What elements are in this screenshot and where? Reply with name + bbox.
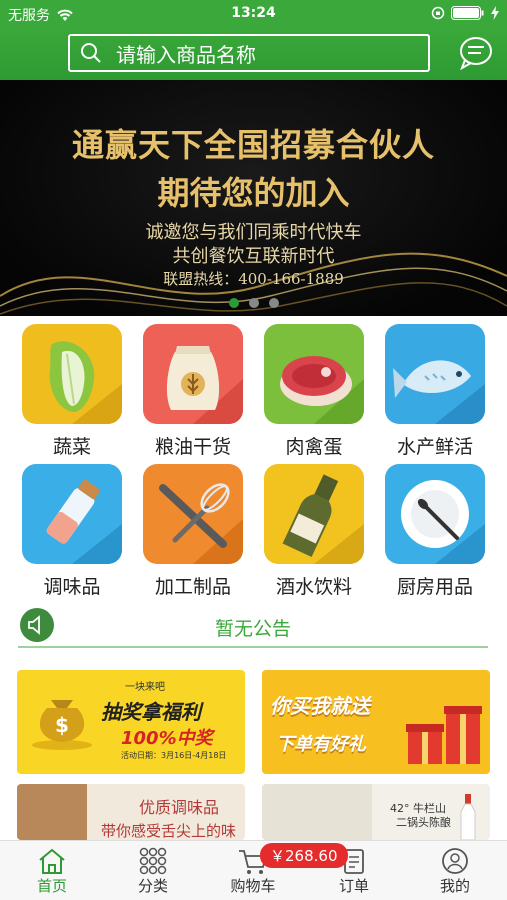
gift-box-icon	[406, 706, 482, 764]
promo-subtitle: 带你感受舌尖上的味道	[101, 822, 237, 840]
tab-profile[interactable]: 我的	[405, 847, 505, 896]
carousel-dots[interactable]	[229, 298, 279, 308]
tab-home[interactable]: 首页	[2, 847, 102, 896]
liquor-photo	[262, 784, 372, 840]
home-icon	[39, 848, 65, 874]
category-label: 蔬菜	[52, 436, 91, 458]
category-meat-poultry-eggs[interactable]: 肉禽蛋	[262, 324, 366, 459]
category-grain-oil[interactable]: 粮油干货	[141, 324, 245, 459]
banner-line4: 共创餐饮互联新时代	[172, 246, 335, 267]
notice-bar[interactable]: 暂无公告	[18, 606, 488, 648]
promo-tag: 一块来吧	[125, 682, 165, 693]
category-seafood[interactable]: 水产鲜活	[383, 324, 487, 459]
banner-hotline: 联盟热线：400-166-1889	[163, 270, 344, 288]
whisk-icon	[143, 464, 243, 564]
wine-bottle-icon	[264, 464, 364, 564]
category-label: 调味品	[43, 576, 101, 598]
fish-icon	[385, 324, 485, 424]
message-icon[interactable]	[457, 34, 495, 72]
promo-title: 抽奖拿福利	[101, 700, 201, 724]
grain-sack-icon	[143, 324, 243, 424]
tab-label: 我的	[439, 877, 470, 895]
grid-dots-icon	[139, 847, 167, 875]
promo-seasoning[interactable]: 优质调味品 带你感受舌尖上的味道	[17, 784, 245, 840]
promo-date: 活动日期：3月16日-4月18日	[121, 751, 227, 760]
category-label: 肉禽蛋	[285, 436, 343, 458]
search-placeholder: 请输入商品名称	[116, 42, 256, 67]
money-bag-icon: $	[32, 700, 92, 750]
orientation-lock-icon	[431, 6, 445, 20]
category-label: 粮油干货	[154, 436, 231, 458]
tab-categories[interactable]: 分类	[103, 847, 203, 896]
promo-gift[interactable]: 你买我就送 下单有好礼	[262, 670, 490, 774]
carousel-dot[interactable]	[249, 298, 259, 308]
category-seasonings[interactable]: 调味品	[20, 464, 124, 599]
banner-title: 通赢天下全国招募合伙人	[71, 126, 435, 164]
tab-label: 订单	[338, 877, 369, 895]
promo-subtitle: 100%中奖	[121, 728, 213, 749]
category-beverages[interactable]: 酒水饮料	[262, 464, 366, 599]
search-icon	[81, 43, 101, 63]
status-bar: 无服务 13:24	[0, 0, 507, 28]
tab-label: 分类	[137, 877, 168, 895]
carousel-dot[interactable]	[269, 298, 279, 308]
banner-line3: 诚邀您与我们同乘时代快车	[145, 222, 362, 243]
tab-label: 购物车	[230, 877, 276, 895]
category-label: 酒水饮料	[275, 576, 352, 598]
bottle-icon	[460, 794, 476, 840]
meat-icon	[264, 324, 364, 424]
banner-subtitle: 期待您的加入	[157, 174, 350, 212]
seasoning-photo	[17, 784, 87, 840]
category-label: 厨房用品	[396, 576, 473, 598]
cart-total-badge[interactable]: ￥268.60	[260, 843, 348, 868]
promo-subtitle: 下单有好礼	[276, 734, 366, 755]
tab-bar: 首页 分类 购物车 订单 我的	[0, 840, 507, 900]
promo-title: 优质调味品	[139, 798, 220, 817]
tab-label: 首页	[36, 877, 67, 895]
category-processed-goods[interactable]: 加工制品	[141, 464, 245, 599]
svg-text:$: $	[55, 713, 69, 737]
promo-lottery[interactable]: $ 一块来吧 抽奖拿福利 100%中奖 活动日期：3月16日-4月18日	[17, 670, 245, 774]
notice-text: 暂无公告	[214, 618, 291, 640]
charging-icon	[491, 6, 499, 20]
category-kitchenware[interactable]: 厨房用品	[383, 464, 487, 599]
plate-icon	[385, 464, 485, 564]
category-label: 水产鲜活	[396, 436, 473, 458]
promo-banner[interactable]: 通赢天下全国招募合伙人 期待您的加入 诚邀您与我们同乘时代快车 共创餐饮互联新时…	[0, 80, 507, 316]
promo-title: 你买我就送	[270, 694, 370, 718]
search-input[interactable]: 请输入商品名称	[68, 34, 430, 72]
battery-icon	[451, 6, 484, 20]
carousel-dot[interactable]	[229, 298, 239, 308]
promo-liquor[interactable]: 42° 牛栏山 二锅头陈酿	[262, 784, 490, 840]
category-vegetables[interactable]: 蔬菜	[20, 324, 124, 459]
header: 请输入商品名称	[0, 28, 507, 80]
promo-subtitle: 二锅头陈酿	[396, 816, 451, 829]
salt-bottle-icon	[22, 464, 122, 564]
cabbage-icon	[22, 324, 122, 424]
user-icon	[442, 848, 468, 874]
category-label: 加工制品	[154, 576, 231, 598]
